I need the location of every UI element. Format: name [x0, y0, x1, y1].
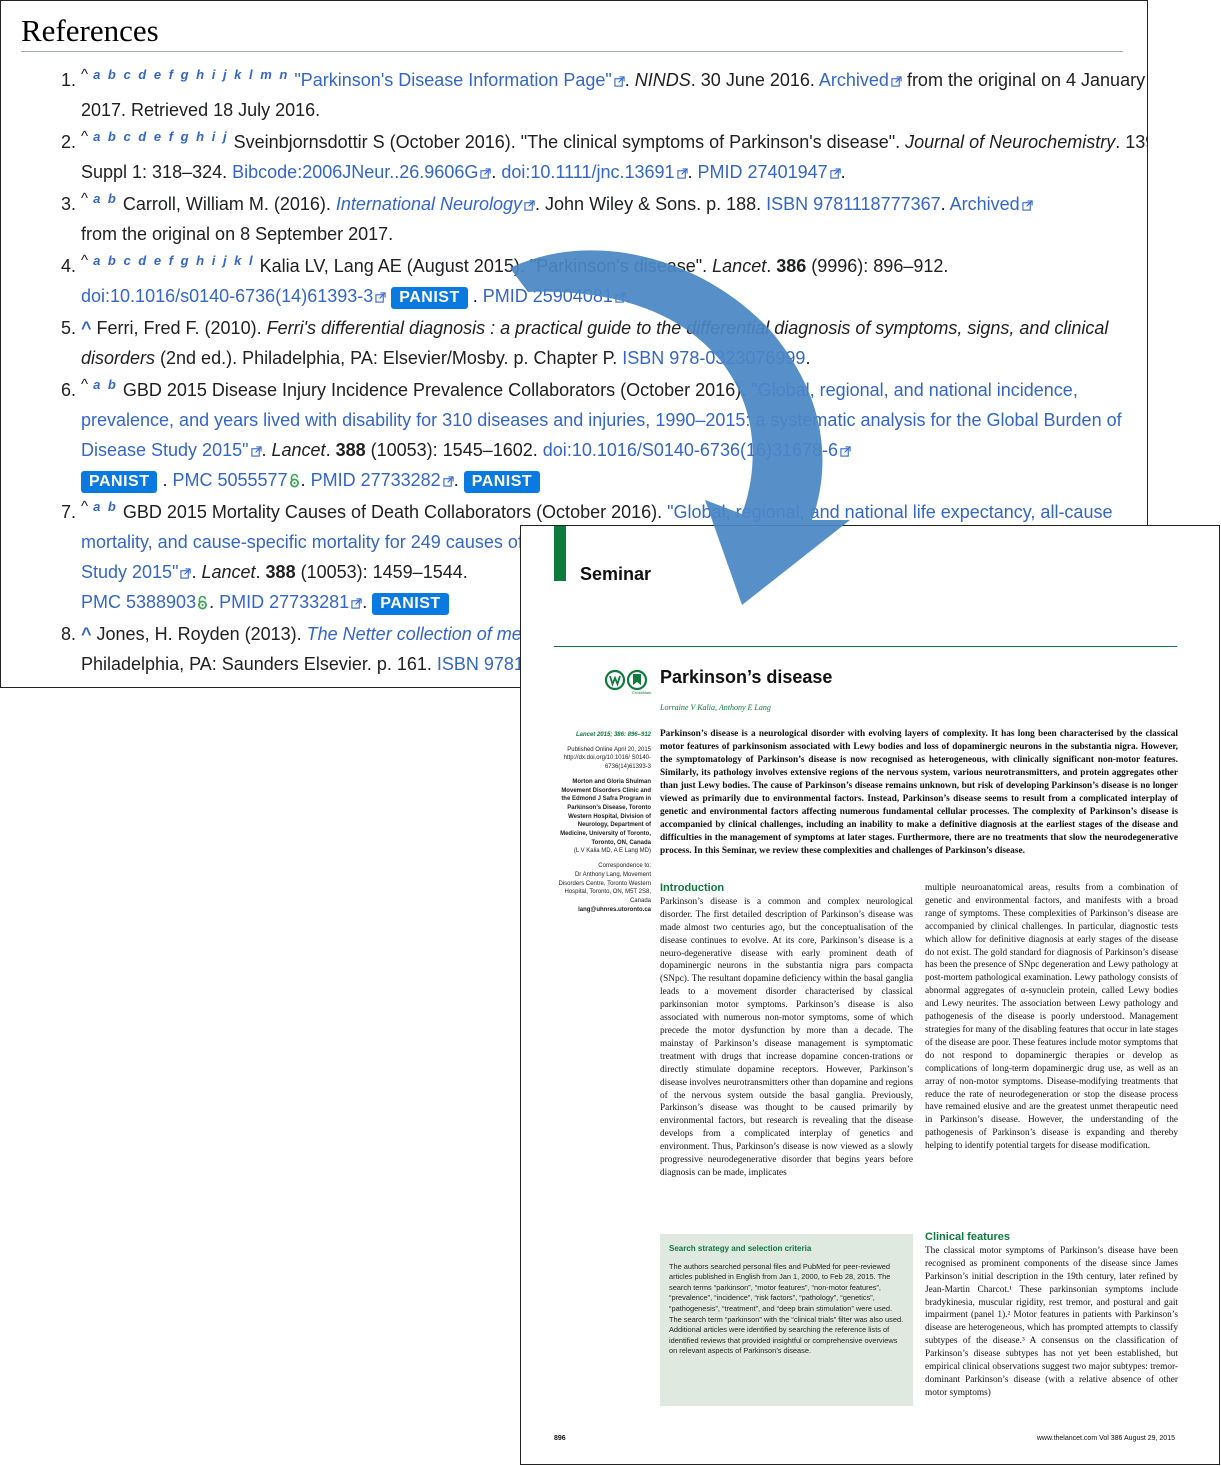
clinical-heading: Clinical features	[925, 1231, 1010, 1243]
page-number: 896	[554, 1435, 566, 1442]
external-link-icon	[351, 598, 362, 609]
citation: Lancet 2015; 386: 896–912	[575, 732, 651, 738]
isbn-link[interactable]: ISBN 9781118777367	[766, 194, 940, 214]
backlinks[interactable]: a b c d e f g h i j k l	[93, 253, 255, 268]
article-title: Parkinson’s disease	[660, 667, 833, 687]
intro-text-right: multiple neuroanatomical areas, results …	[925, 883, 1178, 1152]
backlink-caret[interactable]: ^	[81, 318, 92, 338]
external-link-icon	[524, 200, 535, 211]
pmc-link[interactable]: PMC 5388903	[81, 592, 196, 612]
external-link-icon	[375, 292, 386, 303]
pmid-link[interactable]: PMID 27733282	[311, 470, 441, 490]
work-name: NINDS	[634, 70, 691, 90]
article-sidebar: Lancet 2015; 386: 896–912 Published Onli…	[551, 731, 651, 914]
backlinks[interactable]: a b	[93, 377, 118, 392]
pmid-link[interactable]: PMID 27401947	[698, 162, 828, 182]
reference-item: ^ a b Carroll, William M. (2016). Intern…	[81, 189, 1147, 249]
backlinks[interactable]: a b	[93, 499, 118, 514]
backlinks[interactable]: a b c d e f g h i j k l m n	[93, 67, 289, 82]
backlinks[interactable]: a b	[93, 191, 118, 206]
panist-button[interactable]: PANIST	[463, 471, 541, 493]
isbn-link[interactable]: ISBN 978-0323076999	[622, 348, 805, 368]
clinical-features-section: Clinical features The classical motor sy…	[925, 1231, 1178, 1400]
heading-divider	[21, 51, 1123, 52]
book-title-link[interactable]: International Neurology	[336, 194, 522, 214]
reference-item: ^ a b c d e f g h i j Sveinbjornsdottir …	[81, 127, 1147, 187]
panel-text: The authors searched personal files and …	[669, 1261, 904, 1356]
header-rule	[554, 646, 1177, 647]
doi-label-link[interactable]: doi	[543, 440, 567, 460]
abstract: Parkinson’s disease is a neurological di…	[660, 729, 1178, 856]
panel-heading: Search strategy and selection criteria	[669, 1244, 812, 1253]
article-authors: Lorraine V Kalia, Anthony E Lang	[660, 703, 771, 712]
section-label: Seminar	[580, 564, 652, 584]
open-access-icon	[198, 595, 208, 610]
backlink-caret[interactable]: ^	[81, 624, 92, 644]
external-link-icon	[1022, 200, 1033, 211]
bibcode-value-link[interactable]: :2006JNeur..26.9606G	[297, 162, 478, 182]
intro-text-left: Parkinson’s disease is a common and comp…	[660, 896, 913, 1178]
external-link-icon	[180, 568, 192, 579]
doi-link[interactable]: :10.1016/S0140-6736(16)31678-6	[567, 440, 838, 460]
references-heading: References	[21, 13, 159, 48]
correspondence-address: Dr Anthony Lang, Movement Disorders Cent…	[558, 871, 651, 904]
reference-item: ^ Ferri, Fred F. (2010). Ferri's differe…	[81, 313, 1147, 373]
open-access-icon	[289, 473, 299, 488]
published-info: Published Online April 20, 2015 http://d…	[563, 746, 651, 771]
external-link-icon	[615, 292, 626, 303]
external-link-icon	[443, 476, 454, 487]
affiliation: Morton and Gloria Shulman Movement Disor…	[560, 778, 651, 846]
archived-link[interactable]: Archived	[950, 194, 1020, 214]
affiliation-names: (L V Kalia MD, A E Lang MD)	[573, 848, 651, 855]
pmid-link[interactable]: PMID 25904081	[483, 286, 613, 306]
intro-column-right: multiple neuroanatomical areas, results …	[925, 882, 1178, 1153]
clinical-text: The classical motor symptoms of Parkinso…	[925, 1245, 1178, 1398]
intro-heading: Introduction	[660, 882, 725, 894]
backlinks[interactable]: a b c d e f g h i j	[93, 129, 229, 144]
journal-name: Journal of Neurochemistry	[905, 132, 1116, 152]
bibcode-link[interactable]: Bibcode	[232, 162, 297, 182]
correspondence-label: Correspondence to:	[598, 863, 651, 870]
journal-name: Lancet	[271, 440, 326, 460]
panist-button[interactable]: PANIST	[391, 287, 468, 309]
pmid-link[interactable]: PMID 27733281	[219, 592, 349, 612]
external-link-icon	[676, 168, 688, 179]
doi-label-link[interactable]: doi	[501, 162, 525, 182]
correspondence-email[interactable]: lang@uhnres.utoronto.ca	[551, 906, 651, 915]
reference-title-link[interactable]: "Parkinson's Disease Information Page"	[294, 70, 611, 90]
external-link-icon	[840, 446, 851, 457]
reference-item: ^ a b c d e f g h i j k l m n "Parkinson…	[81, 65, 1147, 125]
external-link-icon	[480, 168, 491, 179]
panist-button[interactable]: PANIST	[372, 593, 449, 615]
reference-item: ^ a b GBD 2015 Disease Injury Incidence …	[81, 375, 1147, 495]
intro-column-left: Introduction Parkinson’s disease is a co…	[660, 882, 913, 1180]
doi-link[interactable]: :10.1016/s0140-6736(14)61393-3	[105, 286, 373, 306]
external-link-icon	[829, 168, 841, 179]
external-link-icon	[250, 446, 262, 457]
external-link-icon	[614, 76, 625, 87]
svg-text:CrossMark: CrossMark	[632, 690, 651, 695]
pmc-link[interactable]: PMC 5055577	[173, 470, 288, 490]
journal-name: Lancet	[712, 256, 767, 276]
doi-label-link[interactable]: doi	[81, 286, 105, 306]
journal-footer: www.thelancet.com Vol 386 August 29, 201…	[1036, 1435, 1175, 1442]
doi-link[interactable]: :10.1111/jnc.13691	[525, 162, 674, 182]
external-link-icon	[891, 76, 902, 87]
search-strategy-panel: Search strategy and selection criteria T…	[660, 1234, 913, 1406]
journal-article-page: Seminar CrossMark Parkinson’s disease Lo…	[520, 525, 1220, 1465]
archived-link[interactable]: Archived	[819, 70, 889, 90]
section-color-bar	[554, 526, 566, 581]
crossmark-logo: CrossMark	[604, 669, 651, 695]
panist-button[interactable]: PANIST	[81, 471, 158, 493]
journal-name: Lancet	[201, 562, 256, 582]
reference-item: ^ a b c d e f g h i j k l Kalia LV, Lang…	[81, 251, 1147, 311]
